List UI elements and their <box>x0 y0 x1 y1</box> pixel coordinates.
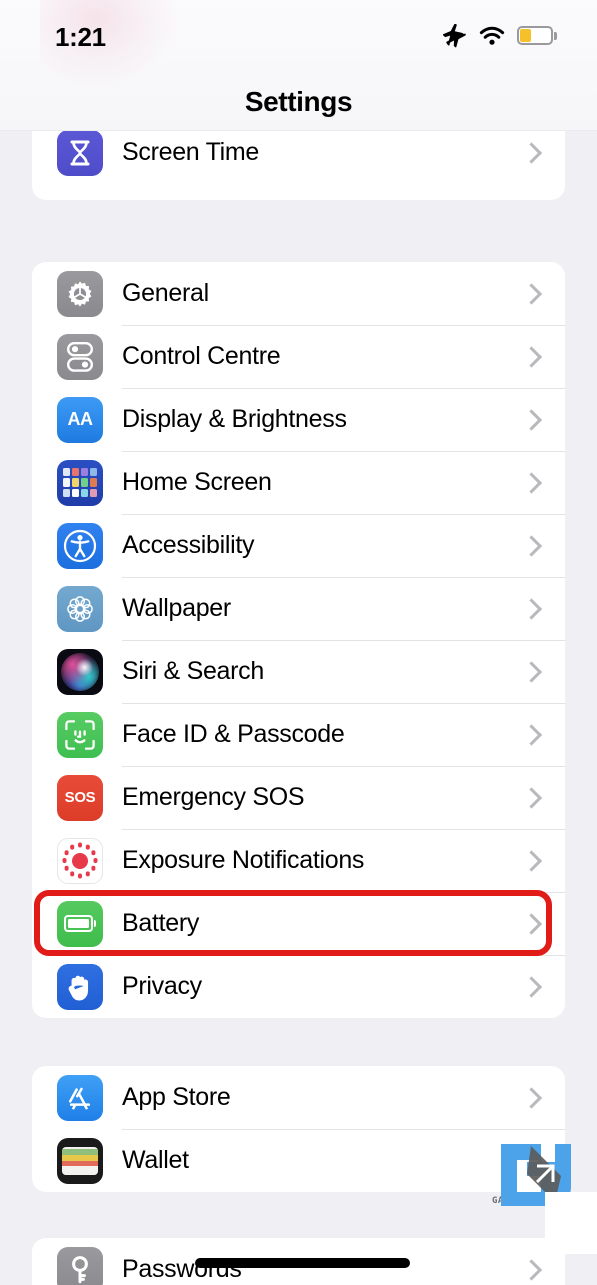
settings-row-siri-search[interactable]: Siri & Search <box>32 640 565 703</box>
battery-glyph <box>64 915 96 932</box>
sos-icon: SOS <box>57 774 103 821</box>
chevron-right-icon <box>524 143 535 162</box>
settings-group-store: App Store Wallet <box>32 1066 565 1192</box>
chevron-right-icon <box>524 1260 535 1279</box>
settings-row-label: Privacy <box>122 972 202 1000</box>
wifi-icon <box>479 26 505 45</box>
settings-row-privacy[interactable]: Privacy <box>32 955 565 1018</box>
status-bar: 1:21 <box>0 0 597 62</box>
battery-icon <box>57 900 103 947</box>
chevron-right-icon <box>524 410 535 429</box>
page-title: Settings <box>244 86 353 117</box>
battery-icon <box>517 26 557 46</box>
status-bar-clock: 1:21 <box>55 22 106 52</box>
settings-row-wallet[interactable]: Wallet <box>32 1129 565 1192</box>
battery-fill <box>520 29 532 42</box>
watermark-occluder <box>545 1192 597 1254</box>
settings-row-exposure-notifications[interactable]: Exposure Notifications <box>32 829 565 892</box>
settings-row-label: Accessibility <box>122 531 255 559</box>
settings-row-label: Emergency SOS <box>122 783 305 811</box>
battery-cap <box>554 32 557 40</box>
settings-row-emergency-sos[interactable]: SOS Emergency SOS <box>32 766 565 829</box>
status-bar-icons <box>440 24 557 48</box>
settings-scroll-view[interactable]: Screen Time General Control Centre AA Di… <box>0 0 597 1285</box>
settings-row-label: Face ID & Passcode <box>122 720 345 748</box>
settings-row-battery[interactable]: Battery <box>32 892 565 955</box>
settings-group-device: General Control Centre AA Display & Brig… <box>32 262 565 1018</box>
exposure-dot-ring <box>60 841 100 881</box>
wallet-cards <box>62 1146 98 1175</box>
settings-row-face-id-passcode[interactable]: Face ID & Passcode <box>32 703 565 766</box>
settings-row-control-centre[interactable]: Control Centre <box>32 325 565 388</box>
app-grid-cells <box>63 467 97 498</box>
settings-row-app-store[interactable]: App Store <box>32 1066 565 1129</box>
settings-row-general[interactable]: General <box>32 262 565 325</box>
chevron-right-icon <box>524 473 535 492</box>
toggles-icon <box>57 333 103 380</box>
chevron-right-icon <box>524 914 535 933</box>
settings-row-label: Battery <box>122 909 200 937</box>
nav-header: 1:21 Settings <box>0 0 597 131</box>
hand-icon <box>57 963 103 1010</box>
chevron-right-icon <box>524 788 535 807</box>
flower-rosette-icon <box>57 585 103 632</box>
settings-row-accessibility[interactable]: Accessibility <box>32 514 565 577</box>
app-store-icon <box>57 1074 103 1121</box>
settings-row-display-brightness[interactable]: AA Display & Brightness <box>32 388 565 451</box>
settings-row-wallpaper[interactable]: Wallpaper <box>32 577 565 640</box>
siri-orb-icon <box>57 648 103 695</box>
settings-row-label: Screen Time <box>122 138 260 166</box>
hourglass-icon <box>57 129 103 176</box>
accessibility-person-icon <box>57 522 103 569</box>
chevron-right-icon <box>524 1088 535 1107</box>
exposure-dots-icon <box>57 837 103 884</box>
gear-icon <box>57 270 103 317</box>
settings-row-home-screen[interactable]: Home Screen <box>32 451 565 514</box>
settings-row-label: Wallet <box>122 1146 189 1174</box>
chevron-right-icon <box>524 977 535 996</box>
chevron-right-icon <box>524 347 535 366</box>
settings-row-label: Exposure Notifications <box>122 846 365 874</box>
chevron-right-icon <box>524 662 535 681</box>
aa-glyph: AA <box>67 409 94 429</box>
wallet-icon <box>57 1137 103 1184</box>
key-icon <box>57 1246 103 1285</box>
text-size-aa-icon: AA <box>57 396 103 443</box>
settings-row-label: Display & Brightness <box>122 405 347 433</box>
chevron-right-icon <box>524 284 535 303</box>
siri-orb-gradient <box>61 652 99 691</box>
settings-row-label: Siri & Search <box>122 657 264 685</box>
airplane-mode-icon <box>442 24 466 48</box>
chevron-right-icon <box>524 725 535 744</box>
settings-row-label: App Store <box>122 1083 231 1111</box>
chevron-right-icon <box>524 851 535 870</box>
app-grid-icon <box>57 459 103 506</box>
face-id-icon <box>57 711 103 758</box>
settings-row-label: Wallpaper <box>122 594 231 622</box>
settings-row-label: Control Centre <box>122 342 281 370</box>
settings-row-label: Home Screen <box>122 468 272 496</box>
settings-row-label: General <box>122 279 209 307</box>
sos-glyph: SOS <box>64 789 96 806</box>
chevron-right-icon <box>524 599 535 618</box>
chevron-right-icon <box>524 536 535 555</box>
iphone-settings-screen: Screen Time General Control Centre AA Di… <box>0 0 597 1285</box>
home-indicator[interactable] <box>195 1258 410 1268</box>
